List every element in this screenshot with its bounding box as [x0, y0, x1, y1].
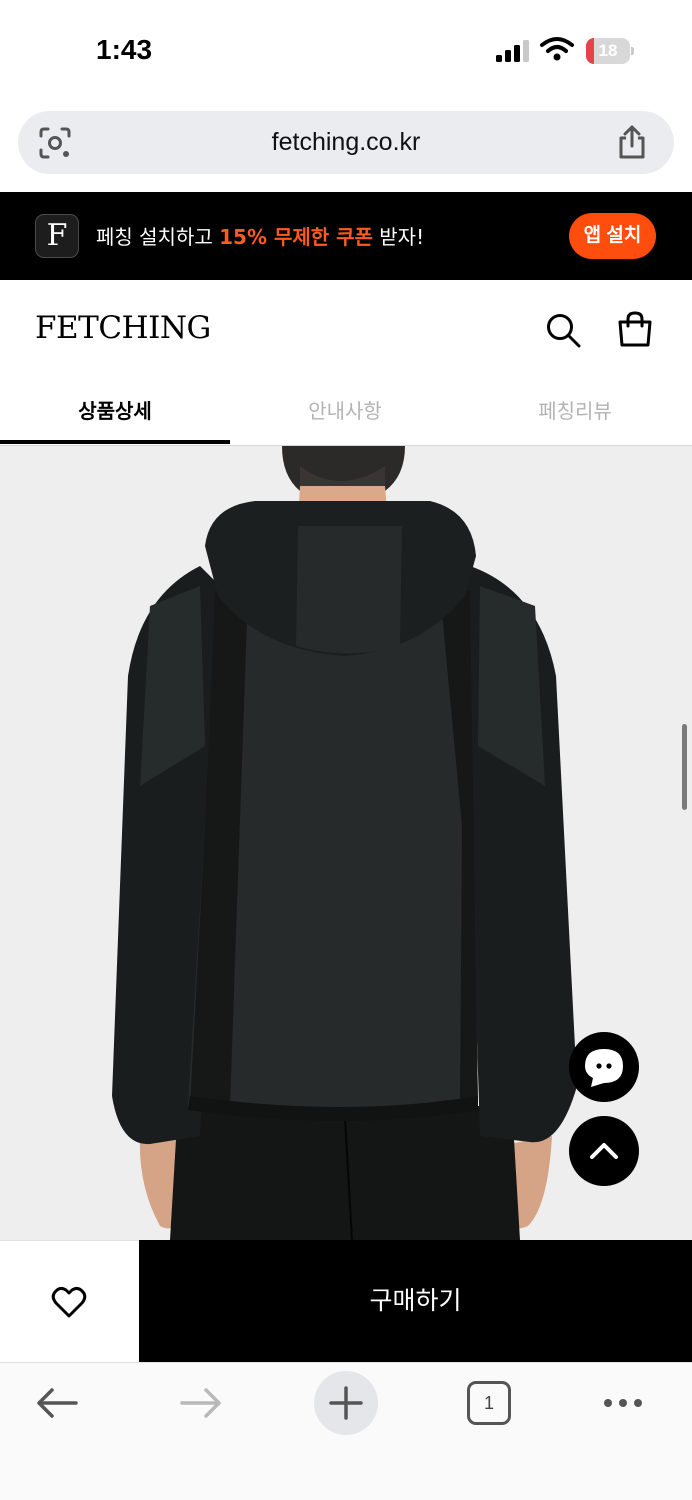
- tab-product-detail[interactable]: 상품상세: [0, 380, 230, 444]
- new-tab-button[interactable]: [314, 1371, 378, 1435]
- promo-text-before: 페칭 설치하고: [96, 225, 220, 249]
- more-icon[interactable]: [598, 1381, 648, 1425]
- product-tabs: 상품상세 안내사항 페칭리뷰: [0, 380, 692, 446]
- buy-button[interactable]: 구매하기: [139, 1240, 692, 1362]
- product-image[interactable]: [0, 446, 692, 1240]
- tab-notice[interactable]: 안내사항: [230, 380, 460, 444]
- scroll-to-top-button[interactable]: [569, 1116, 639, 1186]
- forward-arrow-icon[interactable]: [176, 1381, 226, 1425]
- purchase-bar: 구매하기: [0, 1240, 692, 1362]
- page: 1:43 18 fetching.co.kr F 페칭 설치하고 15% 무제한…: [0, 0, 692, 1500]
- battery-indicator: 18: [586, 38, 634, 64]
- status-bar: 1:43 18: [0, 0, 692, 100]
- chat-button[interactable]: [569, 1032, 639, 1102]
- heart-icon: [51, 1286, 87, 1318]
- share-icon[interactable]: [616, 124, 648, 160]
- browser-toolbar: 1: [0, 1362, 692, 1500]
- address-bar[interactable]: fetching.co.kr: [18, 111, 674, 174]
- plus-icon: [329, 1386, 363, 1420]
- scrollbar[interactable]: [682, 724, 687, 810]
- wishlist-button[interactable]: [0, 1240, 139, 1362]
- promo-highlight: 15% 무제한 쿠폰: [219, 225, 373, 249]
- app-install-button[interactable]: 앱 설치: [569, 213, 656, 259]
- url-text[interactable]: fetching.co.kr: [18, 111, 674, 174]
- wifi-icon: [540, 37, 574, 61]
- tab-reviews[interactable]: 페칭리뷰: [460, 380, 690, 444]
- battery-level: 18: [598, 41, 618, 60]
- app-promo-banner[interactable]: F 페칭 설치하고 15% 무제한 쿠폰 받자! 앱 설치: [0, 192, 692, 280]
- shopping-bag-icon[interactable]: [617, 310, 653, 348]
- search-icon[interactable]: [545, 312, 581, 348]
- fetching-app-logo: F: [35, 214, 79, 258]
- chat-icon: [585, 1049, 623, 1087]
- site-header: FETCHING: [0, 280, 692, 380]
- chevron-up-icon: [590, 1143, 618, 1159]
- tab-switcher-button[interactable]: 1: [467, 1381, 511, 1425]
- status-time: 1:43: [96, 34, 153, 65]
- promo-text-after: 받자!: [372, 225, 425, 249]
- back-arrow-icon[interactable]: [32, 1381, 82, 1425]
- promo-text: 페칭 설치하고 15% 무제한 쿠폰 받자!: [96, 221, 424, 250]
- site-logo[interactable]: FETCHING: [35, 310, 211, 346]
- cellular-signal-icon: [496, 40, 529, 62]
